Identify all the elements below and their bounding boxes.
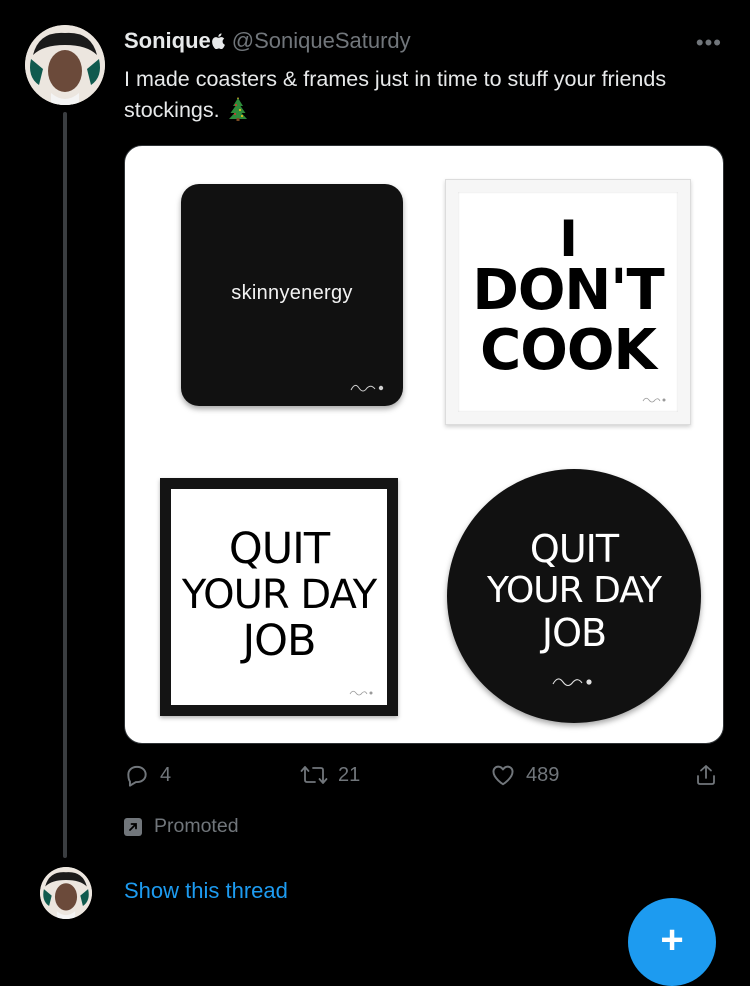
frame-black: QUIT YOUR DAY JOB bbox=[160, 478, 398, 716]
retweet-count: 21 bbox=[338, 763, 361, 786]
frame-black-print: QUIT YOUR DAY JOB bbox=[171, 489, 387, 705]
signature-logo bbox=[350, 384, 384, 392]
share-button[interactable] bbox=[694, 762, 718, 788]
thread-avatar[interactable] bbox=[40, 867, 92, 919]
tweet-text: I made coasters & frames just in time to… bbox=[124, 64, 694, 130]
retweet-icon bbox=[300, 766, 328, 784]
apple-icon bbox=[211, 28, 226, 53]
signature-logo bbox=[349, 690, 373, 696]
heart-icon bbox=[492, 765, 514, 786]
coaster-round-line-2: YOUR DAY bbox=[486, 570, 662, 611]
show-thread-link[interactable]: Show this thread bbox=[124, 878, 288, 904]
frame-white-print: I DON'T COOK bbox=[458, 192, 678, 412]
tweet-media[interactable]: skinnyenergy I DON'T COOK QUIT YOUR DAY … bbox=[124, 145, 724, 744]
frame-white: I DON'T COOK bbox=[445, 179, 691, 425]
promoted-label: Promoted bbox=[124, 815, 239, 838]
coaster-black-square: skinnyenergy bbox=[181, 184, 403, 406]
frame-black-line-2: YOUR DAY bbox=[181, 572, 377, 618]
frame-black-line-3: JOB bbox=[242, 616, 316, 666]
author-name[interactable]: Sonique bbox=[124, 28, 211, 53]
frame-white-line-2: DON'T bbox=[472, 258, 664, 323]
reply-icon bbox=[127, 765, 147, 787]
more-horizontal-icon[interactable]: ••• bbox=[696, 30, 722, 56]
christmas-tree-emoji bbox=[226, 97, 250, 130]
author-handle[interactable]: @SoniqueSaturdy bbox=[232, 28, 411, 53]
frame-white-line-3: COOK bbox=[480, 318, 657, 383]
coaster-round-line-3: JOB bbox=[541, 611, 607, 655]
reply-button[interactable]: 4 bbox=[124, 762, 171, 788]
share-icon bbox=[697, 765, 715, 785]
thread-line bbox=[63, 112, 67, 858]
frame-black-line-1: QUIT bbox=[228, 524, 330, 574]
like-count: 489 bbox=[526, 763, 560, 786]
compose-plus-icon: + bbox=[660, 918, 684, 962]
promoted-icon bbox=[124, 817, 142, 836]
promoted-text: Promoted bbox=[154, 815, 239, 837]
signature-logo bbox=[552, 678, 592, 687]
tweet-body: I made coasters & frames just in time to… bbox=[124, 67, 667, 122]
like-button[interactable]: 489 bbox=[490, 762, 559, 788]
retweet-button[interactable]: 21 bbox=[300, 762, 360, 788]
reply-count: 4 bbox=[160, 763, 172, 786]
tweet-header: Sonique @SoniqueSaturdy bbox=[124, 28, 411, 54]
compose-tweet-button[interactable]: + bbox=[628, 898, 716, 986]
signature-logo bbox=[642, 397, 666, 403]
coaster-black-round: QUIT YOUR DAY JOB bbox=[447, 469, 701, 723]
coaster-round-line-1: QUIT bbox=[529, 527, 619, 571]
coaster-black-text: skinnyenergy bbox=[231, 282, 353, 304]
author-avatar[interactable] bbox=[25, 25, 105, 105]
